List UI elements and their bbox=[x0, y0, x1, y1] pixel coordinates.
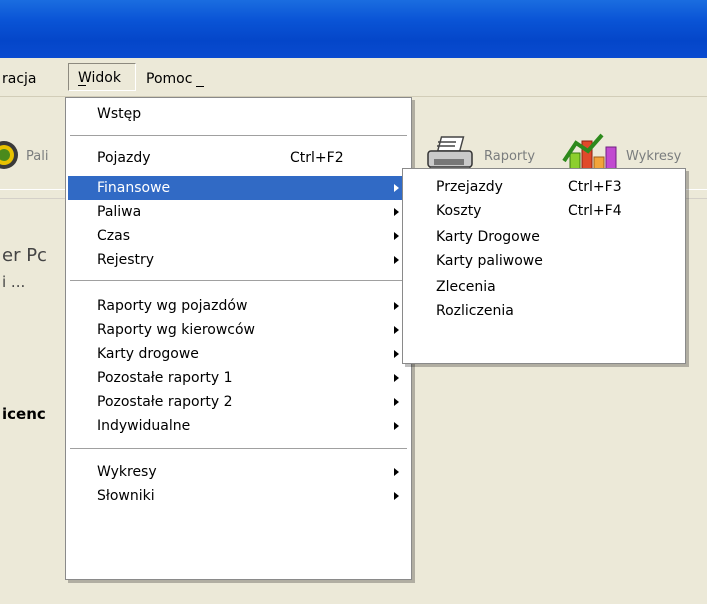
submenu-arrow-icon bbox=[394, 184, 399, 192]
menu-item-pozostale-raporty-2[interactable]: Pozostałe raporty 2 bbox=[68, 390, 409, 414]
menu-item-raporty-wg-pojazdow[interactable]: Raporty wg pojazdów bbox=[68, 294, 409, 318]
menu-item-label: Indywidualne bbox=[97, 418, 191, 434]
menu-item-label: Raporty wg kierowców bbox=[97, 322, 256, 338]
menu-item-shortcut: Ctrl+F3 bbox=[568, 179, 622, 195]
menu-item-indywidualne[interactable]: Indywidualne bbox=[68, 414, 409, 438]
submenu-item-rozliczenia[interactable]: Rozliczenia bbox=[405, 299, 683, 323]
submenu-arrow-icon bbox=[394, 302, 399, 310]
menu-separator bbox=[70, 280, 407, 281]
menu-item-label: Rozliczenia bbox=[436, 303, 514, 319]
submenu-arrow-icon bbox=[394, 256, 399, 264]
main-license-fragment: icenc bbox=[2, 405, 46, 423]
submenu-item-karty-drogowe[interactable]: Karty Drogowe bbox=[405, 225, 683, 249]
menu-item-karty-drogowe[interactable]: Karty drogowe bbox=[68, 342, 409, 366]
menu-item-label: Paliwa bbox=[97, 204, 142, 220]
menu-item-label: Wstęp bbox=[97, 106, 142, 122]
menu-item-label: Zlecenia bbox=[436, 279, 496, 295]
menu-item-label: Karty Drogowe bbox=[436, 229, 540, 245]
menu-item-label: Finansowe bbox=[97, 180, 171, 196]
menu-item-raporty-wg-kierowcow[interactable]: Raporty wg kierowców bbox=[68, 318, 409, 342]
menu-item-label: Przejazdy bbox=[436, 179, 503, 195]
menu-item-label: Pozostałe raporty 1 bbox=[97, 370, 233, 386]
menu-item-label: Pozostałe raporty 2 bbox=[97, 394, 233, 410]
submenu-arrow-icon bbox=[394, 350, 399, 358]
menu-separator bbox=[70, 448, 407, 449]
widok-dropdown-menu: Wstęp Pojazdy Ctrl+F2 Finansowe Paliwa C… bbox=[65, 97, 412, 580]
menu-item-czas[interactable]: Czas bbox=[68, 224, 409, 248]
toolbar-label-paliwa: Pali bbox=[26, 149, 49, 164]
finansowe-submenu: Przejazdy Ctrl+F3 Koszty Ctrl+F4 Karty D… bbox=[402, 168, 686, 364]
window-titlebar[interactable] bbox=[0, 0, 707, 58]
menu-pomoc[interactable]: Pomoc bbox=[146, 68, 205, 90]
menu-item-label: Pojazdy bbox=[97, 150, 151, 166]
submenu-item-zlecenia[interactable]: Zlecenia bbox=[405, 275, 683, 299]
menu-item-label: Wykresy bbox=[97, 464, 157, 480]
menu-item-label: Słowniki bbox=[97, 488, 155, 504]
main-text-fragment: i ... bbox=[2, 273, 26, 291]
menu-item-label: Raporty wg pojazdów bbox=[97, 298, 248, 314]
menu-item-paliwa[interactable]: Paliwa bbox=[68, 200, 409, 224]
menubar: racja Widok Pomoc bbox=[0, 58, 707, 97]
main-heading-fragment: er Pc bbox=[2, 245, 47, 266]
menu-konfiguracja[interactable]: racja bbox=[2, 68, 37, 90]
menu-separator bbox=[70, 135, 407, 136]
menu-item-rejestry[interactable]: Rejestry bbox=[68, 248, 409, 272]
menu-item-label: Rejestry bbox=[97, 252, 155, 268]
submenu-arrow-icon bbox=[394, 422, 399, 430]
submenu-arrow-icon bbox=[394, 326, 399, 334]
menu-widok[interactable]: Widok bbox=[68, 63, 136, 91]
submenu-item-koszty[interactable]: Koszty Ctrl+F4 bbox=[405, 199, 683, 223]
submenu-item-karty-paliwowe[interactable]: Karty paliwowe bbox=[405, 249, 683, 273]
submenu-arrow-icon bbox=[394, 232, 399, 240]
toolbar-label-wykresy: Wykresy bbox=[626, 149, 682, 164]
submenu-arrow-icon bbox=[394, 468, 399, 476]
menu-item-shortcut: Ctrl+F2 bbox=[290, 150, 344, 166]
toolbar-label-raporty: Raporty bbox=[484, 149, 536, 164]
menu-item-label: Karty paliwowe bbox=[436, 253, 543, 269]
submenu-arrow-icon bbox=[394, 374, 399, 382]
menu-item-label: Karty drogowe bbox=[97, 346, 199, 362]
menu-item-label: Czas bbox=[97, 228, 130, 244]
menu-item-shortcut: Ctrl+F4 bbox=[568, 203, 622, 219]
menu-item-label: Koszty bbox=[436, 203, 482, 219]
menu-item-pojazdy[interactable]: Pojazdy Ctrl+F2 bbox=[68, 146, 409, 170]
fuel-icon bbox=[0, 141, 18, 169]
menu-item-slowniki[interactable]: Słowniki bbox=[68, 484, 409, 508]
menu-item-wstep[interactable]: Wstęp bbox=[68, 102, 409, 126]
submenu-arrow-icon bbox=[394, 208, 399, 216]
submenu-item-przejazdy[interactable]: Przejazdy Ctrl+F3 bbox=[405, 175, 683, 199]
menu-item-finansowe[interactable]: Finansowe bbox=[68, 176, 409, 200]
menu-item-wykresy[interactable]: Wykresy bbox=[68, 460, 409, 484]
submenu-arrow-icon bbox=[394, 492, 399, 500]
submenu-arrow-icon bbox=[394, 398, 399, 406]
menu-item-pozostale-raporty-1[interactable]: Pozostałe raporty 1 bbox=[68, 366, 409, 390]
